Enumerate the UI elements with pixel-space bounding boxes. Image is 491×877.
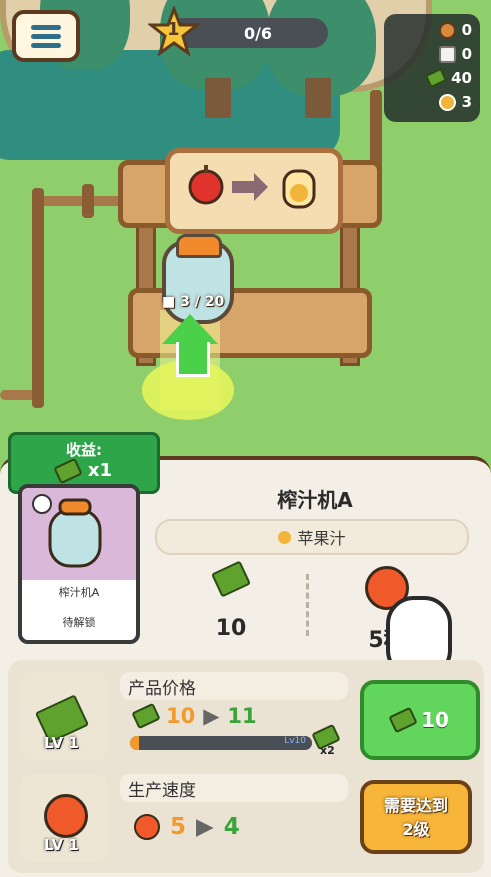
xp-text: 0/6 [243, 23, 273, 43]
price-upgrade-icon: LV 1 [20, 672, 108, 760]
menu-button[interactable] [12, 10, 80, 62]
menu-line-icon [31, 42, 61, 48]
player-level: 1 [167, 19, 180, 40]
product-pill: 苹果汁 [155, 519, 469, 555]
requirement-line1: 需要达到 [383, 796, 448, 815]
resource-juice: 3 [392, 90, 472, 114]
recipe-sign [165, 148, 343, 234]
resource-gem: 0 [392, 42, 472, 66]
card-status: 待解锁 [62, 616, 96, 629]
speed-to: 4 [223, 814, 240, 840]
speed-requirement-button[interactable]: 需要达到 2级 [360, 780, 472, 854]
clock-icon [44, 794, 88, 838]
price-upgrade-label: 产品价格 [120, 672, 348, 700]
upgrade-arrow-stem [176, 342, 210, 377]
fence-post [32, 188, 44, 408]
milestone-label: Lv10 [284, 736, 306, 746]
price-stat: 10 [205, 560, 257, 641]
upgrade-arrow-icon [162, 314, 218, 344]
juicer-cap [176, 234, 222, 258]
price-progress-fill [130, 736, 140, 750]
tree-trunk [305, 78, 331, 118]
clock-icon [134, 814, 160, 840]
card-machine-name: 榨汁机A [58, 586, 100, 599]
menu-line-icon [31, 24, 61, 30]
income-value: x1 [87, 460, 113, 481]
income-value-row: x1 [11, 457, 157, 484]
price-value: 10 [215, 616, 247, 641]
basket-icon: ■ [162, 294, 176, 310]
apple-to-juice-icon [188, 165, 316, 209]
juice-icon [438, 93, 456, 111]
menu-line-icon [31, 33, 61, 39]
gem-icon [438, 45, 456, 63]
stock-counter: ■ 3 / 20 [162, 294, 225, 310]
resource-cookie: 0 [392, 18, 472, 42]
speed-from: 5 [170, 814, 187, 840]
price-progress-bar: Lv10 [130, 736, 312, 750]
juicer-icon [32, 494, 102, 568]
machine-card-image [22, 488, 136, 580]
stat-divider [306, 574, 309, 636]
income-label: 收益: [66, 441, 102, 459]
arrow-right-icon: ▶ [196, 814, 214, 840]
cash-stack-icon [211, 560, 251, 598]
arrow-right-icon: ▶ [203, 704, 220, 728]
speed-level: LV 1 [44, 836, 79, 854]
resource-cash: 40 [392, 66, 472, 90]
price-level: LV 1 [44, 734, 79, 752]
level-star-icon: 1 [146, 4, 202, 58]
cash-icon [53, 457, 83, 484]
bonus-text: x2 [320, 744, 335, 757]
cookie-icon [438, 21, 456, 39]
resource-panel: 0 0 40 3 [384, 14, 480, 122]
tree-trunk [205, 78, 231, 118]
speed-upgrade-icon: LV 1 [20, 774, 108, 862]
speed-change: 5 ▶ 4 [134, 814, 240, 840]
product-name: 苹果汁 [297, 529, 346, 548]
upgrade-price-button[interactable]: 10 [360, 680, 480, 760]
milestone-bonus: x2 [311, 723, 341, 757]
fence-post [82, 184, 94, 218]
cash-icon [425, 67, 448, 89]
machine-card[interactable]: 榨汁机A 待解锁 [18, 484, 140, 644]
cash-icon [131, 702, 161, 730]
cash-icon [388, 706, 418, 734]
speed-upgrade-label: 生产速度 [120, 774, 348, 802]
price-to: 11 [227, 704, 257, 728]
juice-icon [278, 530, 292, 544]
price-change: 10 ▶ 11 [131, 702, 257, 730]
upgrade-cost: 10 [421, 708, 449, 732]
price-from: 10 [166, 704, 196, 728]
requirement-line2: 2级 [402, 820, 430, 839]
machine-title: 榨汁机A [277, 488, 353, 512]
